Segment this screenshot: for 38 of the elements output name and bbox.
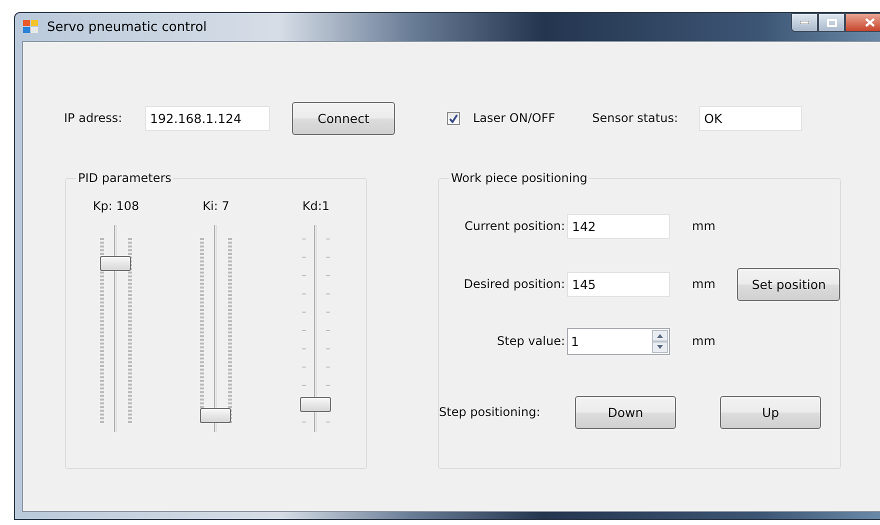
desired-position-field[interactable]: 145 [567, 272, 670, 296]
desired-position-label: Desired position: [464, 277, 565, 291]
connect-button[interactable]: Connect [292, 102, 395, 134]
slider-thumb[interactable] [300, 396, 331, 412]
ip-address-label: IP adress: [64, 111, 124, 125]
current-position-label: Current position: [464, 219, 565, 233]
step-value-spinner[interactable]: 1 [567, 328, 670, 354]
unit-label: mm [692, 334, 716, 348]
maximize-icon [826, 18, 836, 26]
laser-checkbox[interactable] [447, 112, 460, 124]
slider-thumb[interactable] [100, 256, 131, 271]
ip-address-field[interactable]: 192.168.1.124 [145, 106, 270, 130]
slider-label: Kd:1 [302, 199, 330, 213]
group-title: PID parameters [77, 171, 172, 185]
unit-label: mm [692, 219, 716, 233]
close-icon [865, 18, 875, 27]
app-icon [23, 20, 39, 34]
group-title: Work piece positioning [450, 171, 588, 185]
sensor-status-field: OK [699, 106, 802, 130]
spinner-arrows-icon [652, 330, 668, 352]
step-positioning-label: Step positioning: [439, 405, 542, 419]
step-button[interactable]: Up [720, 396, 821, 428]
window-title: Servo pneumatic control [47, 20, 207, 34]
close-button[interactable] [845, 13, 880, 32]
checkmark-icon [449, 114, 458, 122]
sensor-status-label: Sensor status: [592, 111, 680, 125]
laser-label: Laser ON/OFF [473, 111, 556, 125]
slider-thumb[interactable] [200, 408, 231, 423]
slider-label: Kp: 108 [92, 199, 140, 213]
step-value-label: Step value: [497, 334, 565, 348]
step-button[interactable]: Down [575, 396, 676, 428]
minimize-button[interactable] [791, 13, 818, 32]
set-position-button[interactable]: Set position [737, 268, 840, 300]
current-position-field[interactable]: 142 [567, 214, 670, 238]
maximize-button[interactable] [818, 13, 845, 32]
unit-label: mm [692, 277, 716, 291]
minimize-icon [800, 21, 809, 24]
slider-label: Ki: 7 [202, 199, 230, 213]
